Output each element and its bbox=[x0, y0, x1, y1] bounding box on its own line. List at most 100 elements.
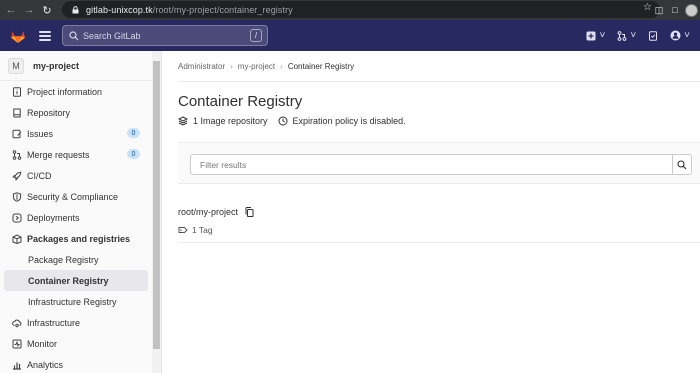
sidebar-item-ci-cd[interactable]: CI/CD bbox=[4, 165, 148, 186]
filter-placeholder: Filter results bbox=[200, 159, 247, 170]
main-content: Administrator › my-project › Container R… bbox=[162, 51, 700, 373]
address-bar[interactable]: gitlab-unixcop.tk/root/my-project/contai… bbox=[62, 1, 660, 18]
sidebar-item-label: Repository bbox=[27, 107, 71, 118]
url-host: gitlab-unixcop.tk bbox=[86, 4, 153, 15]
browser-toolbar: ← → ↻ gitlab-unixcop.tk/root/my-project/… bbox=[0, 0, 700, 20]
copy-icon[interactable] bbox=[245, 207, 254, 217]
forward-icon[interactable]: → bbox=[22, 3, 36, 17]
page-title: Container Registry bbox=[178, 93, 303, 110]
sidebar-item-label: Infrastructure Registry bbox=[28, 296, 117, 307]
back-icon[interactable]: ← bbox=[4, 3, 18, 17]
tag-icon bbox=[178, 227, 188, 233]
merge-requests-dropdown[interactable]: ˅ bbox=[617, 30, 636, 41]
menu-icon[interactable] bbox=[39, 30, 51, 41]
reload-icon[interactable]: ↻ bbox=[40, 3, 54, 17]
repository-link[interactable]: root/my-project bbox=[178, 207, 238, 217]
cloud-gear-icon bbox=[12, 318, 22, 328]
sidebar-item-label: Deployments bbox=[27, 212, 80, 223]
issues-count-badge: 0 bbox=[127, 128, 140, 138]
sidebar-item-label: Project information bbox=[27, 86, 103, 97]
sidebar-item-label: Container Registry bbox=[28, 275, 109, 286]
profile-avatar[interactable] bbox=[685, 3, 698, 17]
sidebar-project-header[interactable]: M my-project bbox=[0, 51, 152, 81]
sidebar-item-merge-requests[interactable]: Merge requests 0 bbox=[4, 144, 148, 165]
sidebar-subitem-package-registry[interactable]: Package Registry bbox=[4, 249, 148, 270]
plus-square-icon bbox=[586, 31, 596, 40]
divider bbox=[178, 81, 700, 82]
filter-input[interactable]: Filter results bbox=[190, 154, 672, 175]
chart-icon bbox=[12, 360, 22, 370]
sidebar-item-security-compliance[interactable]: Security & Compliance bbox=[4, 186, 148, 207]
image-count: 1 Image repository bbox=[178, 116, 268, 126]
breadcrumb-project[interactable]: my-project bbox=[238, 62, 275, 71]
book-icon bbox=[12, 108, 22, 118]
tag-count: 1 Tag bbox=[178, 225, 213, 235]
sidebar-item-issues[interactable]: Issues 0 bbox=[4, 123, 148, 144]
sidebar-item-monitor[interactable]: Monitor bbox=[4, 333, 148, 354]
sidebar-item-label: Merge requests bbox=[27, 149, 90, 160]
sidebar-item-label: Infrastructure bbox=[27, 317, 81, 328]
sidebar-item-repository[interactable]: Repository bbox=[4, 102, 148, 123]
expiration-policy: Expiration policy is disabled. bbox=[278, 116, 406, 126]
sidebar-item-label: Analytics bbox=[27, 359, 64, 370]
issues-icon bbox=[12, 129, 22, 139]
sidebar-item-label: Packages and registries bbox=[27, 233, 131, 244]
url-path: /root/my-project/container_registry bbox=[152, 4, 293, 15]
sidebar-item-project-information[interactable]: Project information bbox=[4, 81, 148, 102]
sidebar-nav: Project information Repository Issues 0 … bbox=[4, 81, 148, 373]
monitor-icon bbox=[12, 339, 22, 349]
chevron-down-icon: ˅ bbox=[630, 30, 637, 41]
search-shortcut-key: / bbox=[250, 29, 262, 42]
search-placeholder: Search GitLab bbox=[83, 30, 141, 41]
project-name: my-project bbox=[33, 60, 80, 71]
sidebar-item-packages-registries[interactable]: Packages and registries bbox=[4, 228, 148, 249]
todo-icon bbox=[649, 30, 658, 41]
info-icon bbox=[12, 86, 22, 97]
search-icon bbox=[677, 159, 687, 169]
filter-bar: Filter results bbox=[178, 142, 700, 184]
breadcrumb: Administrator › my-project › Container R… bbox=[178, 62, 354, 71]
package-icon bbox=[12, 233, 22, 244]
breadcrumb-administrator[interactable]: Administrator bbox=[178, 62, 225, 71]
sidebar-item-infrastructure[interactable]: Infrastructure bbox=[4, 312, 148, 333]
lock-icon bbox=[72, 5, 79, 14]
breadcrumb-current[interactable]: Container Registry bbox=[288, 62, 354, 71]
window-icon[interactable]: □ bbox=[669, 4, 681, 16]
sidebar-item-deployments[interactable]: Deployments bbox=[4, 207, 148, 228]
header-actions: ˅ ˅ ˅ bbox=[586, 20, 690, 51]
filter-search-button[interactable] bbox=[672, 154, 692, 175]
sidebar-subitem-container-registry[interactable]: Container Registry bbox=[4, 270, 148, 291]
sidebar-item-label: Monitor bbox=[27, 338, 58, 349]
sidebar-scroll-thumb[interactable] bbox=[153, 61, 160, 349]
registry-meta: 1 Image repository Expiration policy is … bbox=[178, 116, 416, 126]
merge-request-icon bbox=[617, 30, 627, 41]
browser-actions: ◫ □ bbox=[653, 0, 700, 20]
stack-icon bbox=[178, 116, 188, 126]
sidebar-item-label: Issues bbox=[27, 128, 54, 139]
sidebar-item-analytics[interactable]: Analytics bbox=[4, 354, 148, 373]
sidebar-item-label: Package Registry bbox=[28, 254, 99, 265]
search-input[interactable]: Search GitLab / bbox=[62, 25, 268, 46]
gitlab-logo-icon[interactable] bbox=[10, 28, 26, 44]
sidebar-item-label: CI/CD bbox=[27, 170, 52, 181]
todos-button[interactable] bbox=[648, 30, 658, 41]
sidebar-item-label: Security & Compliance bbox=[27, 191, 119, 202]
chevron-right-icon: › bbox=[280, 62, 283, 71]
list-item: root/my-project 1 Tag bbox=[178, 203, 700, 243]
deployments-icon bbox=[12, 213, 22, 223]
clock-icon bbox=[278, 116, 288, 126]
create-new-dropdown[interactable]: ˅ bbox=[586, 30, 605, 41]
user-menu[interactable]: ˅ bbox=[670, 30, 690, 41]
chevron-down-icon: ˅ bbox=[599, 30, 606, 41]
sidebar-subitem-infrastructure-registry[interactable]: Infrastructure Registry bbox=[4, 291, 148, 312]
merge-request-icon bbox=[12, 149, 22, 160]
chevron-down-icon: ˅ bbox=[684, 30, 690, 41]
sidebar-toggle-icon[interactable]: ◫ bbox=[653, 4, 665, 16]
shield-icon bbox=[12, 191, 22, 202]
sidebar-scrollbar[interactable] bbox=[152, 51, 161, 373]
merge-requests-count-badge: 0 bbox=[127, 149, 140, 159]
repository-name-row: root/my-project bbox=[178, 207, 254, 217]
chevron-right-icon: › bbox=[230, 62, 233, 71]
tag-count-text: 1 Tag bbox=[192, 225, 213, 235]
bookmark-star-icon[interactable]: ☆ bbox=[643, 2, 652, 13]
